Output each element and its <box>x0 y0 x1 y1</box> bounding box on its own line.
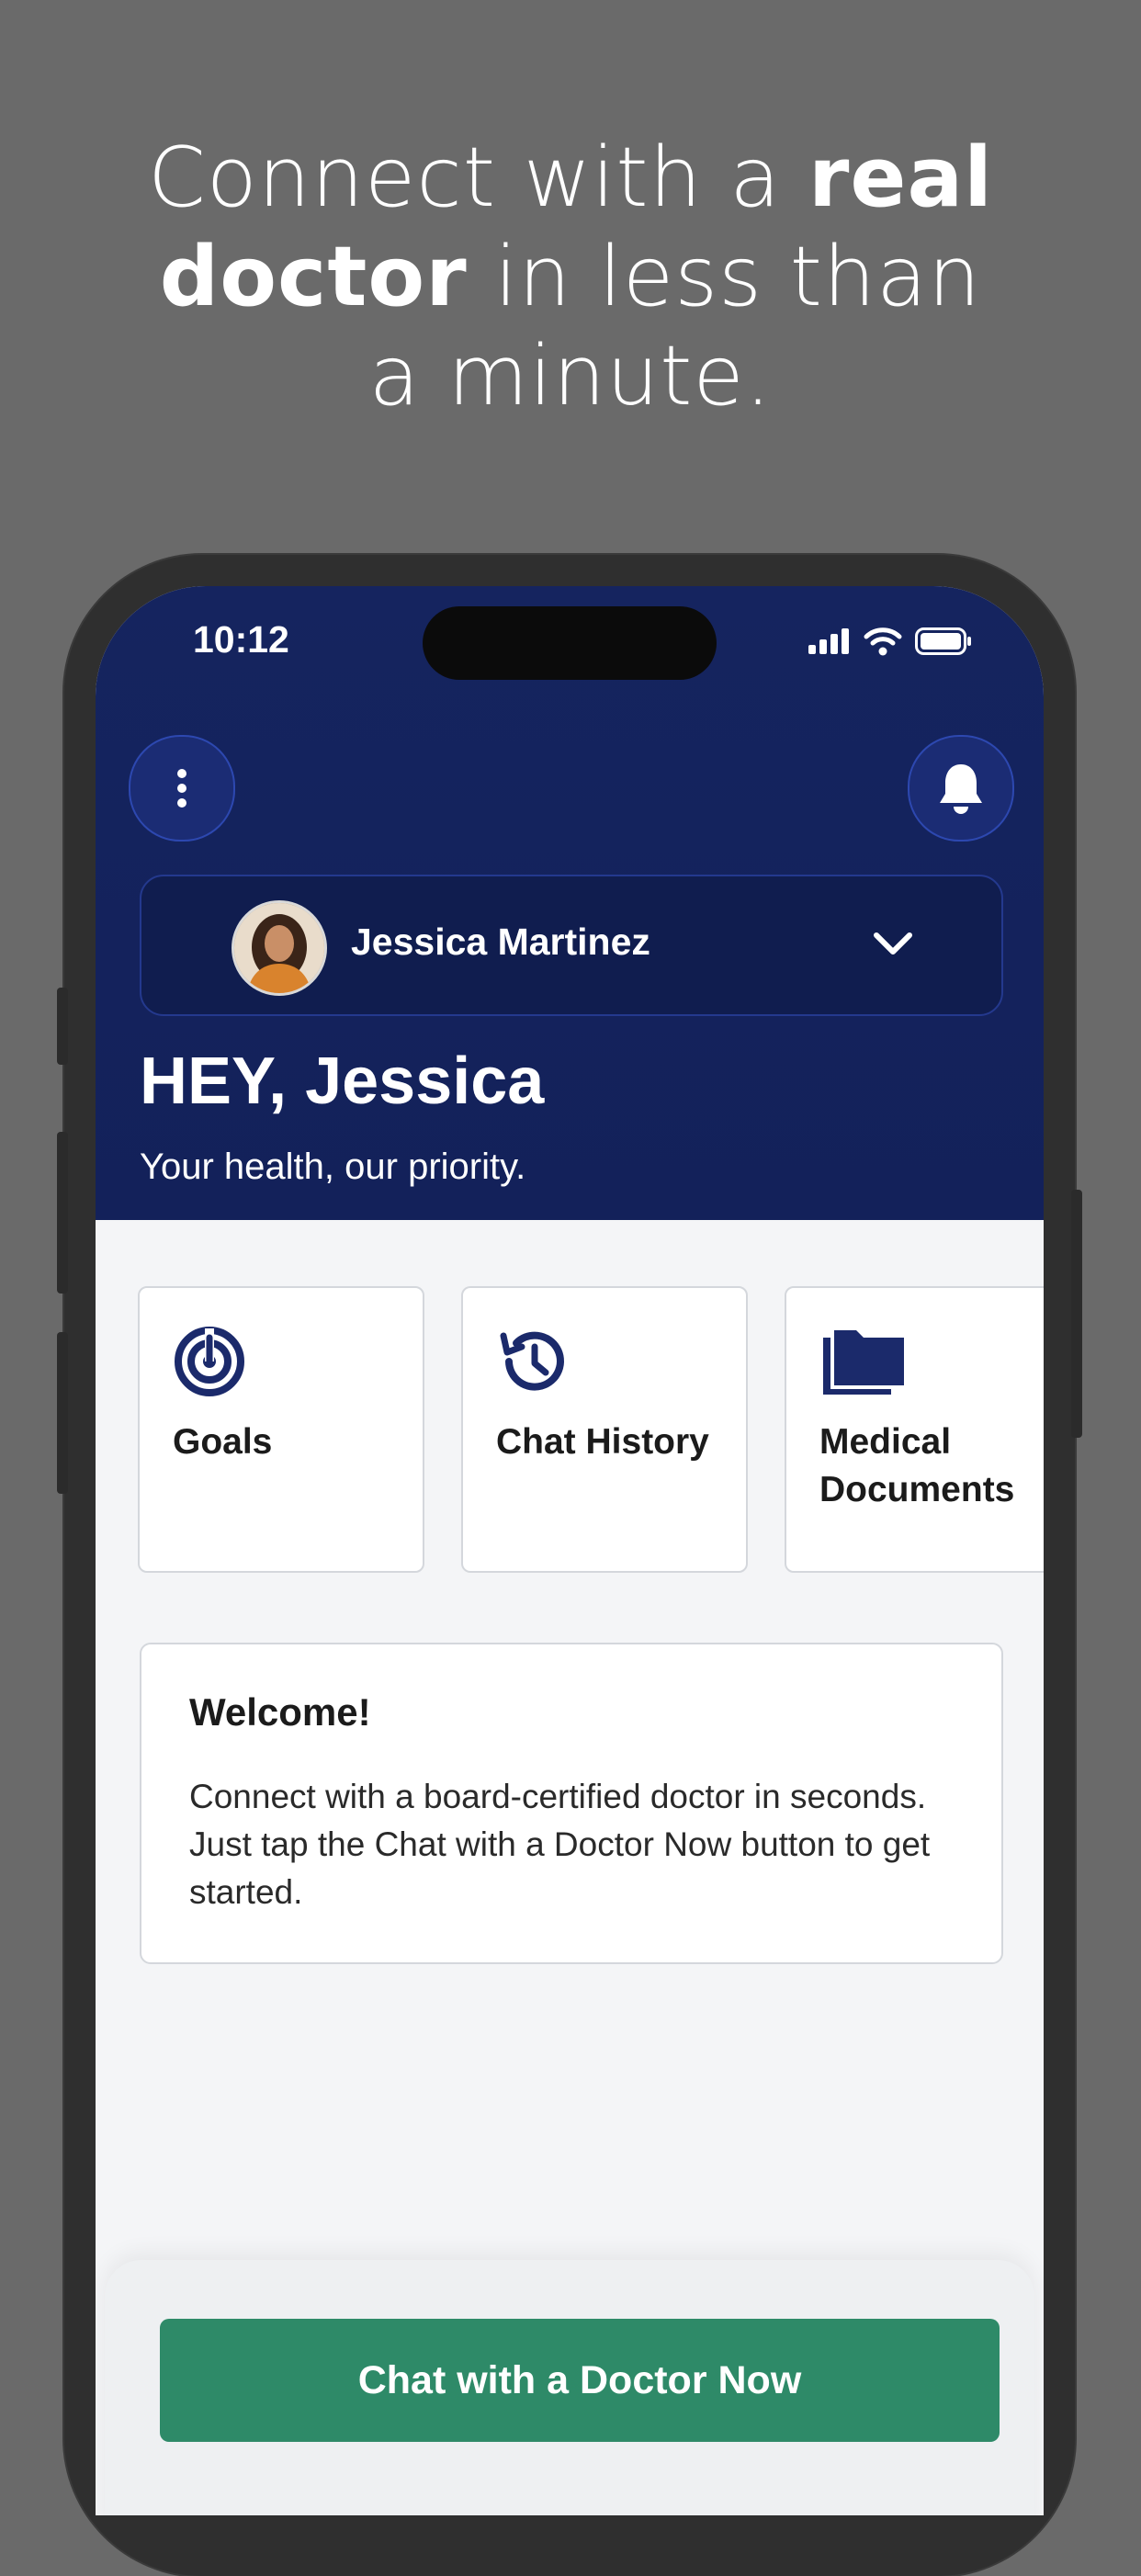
chat-with-doctor-button[interactable]: Chat with a Doctor Now <box>160 2319 1000 2442</box>
status-icons <box>808 627 972 656</box>
target-icon <box>175 1327 244 1396</box>
notifications-button[interactable] <box>908 735 1014 842</box>
medical-documents-label: Medical Documents <box>819 1422 1015 1509</box>
greeting: HEY, Jessica <box>140 1045 545 1118</box>
wifi-icon <box>864 627 902 656</box>
chat-history-label: Chat History <box>496 1422 709 1462</box>
profile-name: Jessica Martinez <box>351 921 650 963</box>
avatar <box>232 900 327 996</box>
phone-side-button <box>57 988 68 1065</box>
cellular-signal-icon <box>808 628 849 654</box>
chat-history-card[interactable]: Chat History <box>461 1286 748 1573</box>
bottom-action-bar: Chat with a Doctor Now <box>105 2260 1034 2515</box>
medical-documents-card[interactable]: Medical Documents <box>785 1286 1044 1573</box>
goals-label: Goals <box>173 1422 273 1462</box>
phone-power-button <box>1071 1190 1082 1438</box>
folder-icon <box>823 1330 904 1395</box>
history-icon <box>500 1331 564 1391</box>
headline-bold-2: doctor <box>159 229 468 325</box>
headline-text-1: Connect with a <box>147 130 809 226</box>
headline-text-2: in less than <box>467 229 982 325</box>
dynamic-island <box>423 606 717 680</box>
welcome-body: Connect with a board-certified doctor in… <box>189 1778 931 1911</box>
phone-volume-down <box>57 1332 68 1494</box>
profile-selector[interactable]: Jessica Martinez <box>140 875 1003 1016</box>
header: 10:12 Jessica Martinez HEY, Jessica Your… <box>96 586 1044 1220</box>
tagline: Your health, our priority. <box>140 1147 526 1187</box>
app-screen: 10:12 Jessica Martinez HEY, Jessica Your… <box>96 586 1044 2515</box>
headline-text-3: a minute. <box>368 328 773 424</box>
chevron-down-icon[interactable] <box>871 924 915 965</box>
welcome-card: Welcome! Connect with a board-certified … <box>140 1643 1003 1964</box>
headline-bold-1: real <box>808 130 994 226</box>
marketing-headline: Connect with a real doctor in less than … <box>0 129 1141 426</box>
battery-icon <box>915 627 971 655</box>
menu-button[interactable] <box>129 735 235 842</box>
bell-icon <box>940 764 982 814</box>
goals-card[interactable]: Goals <box>138 1286 424 1573</box>
phone-volume-up <box>57 1132 68 1294</box>
more-vertical-icon <box>177 769 186 808</box>
welcome-title: Welcome! <box>189 1690 371 1734</box>
status-time: 10:12 <box>193 618 289 661</box>
